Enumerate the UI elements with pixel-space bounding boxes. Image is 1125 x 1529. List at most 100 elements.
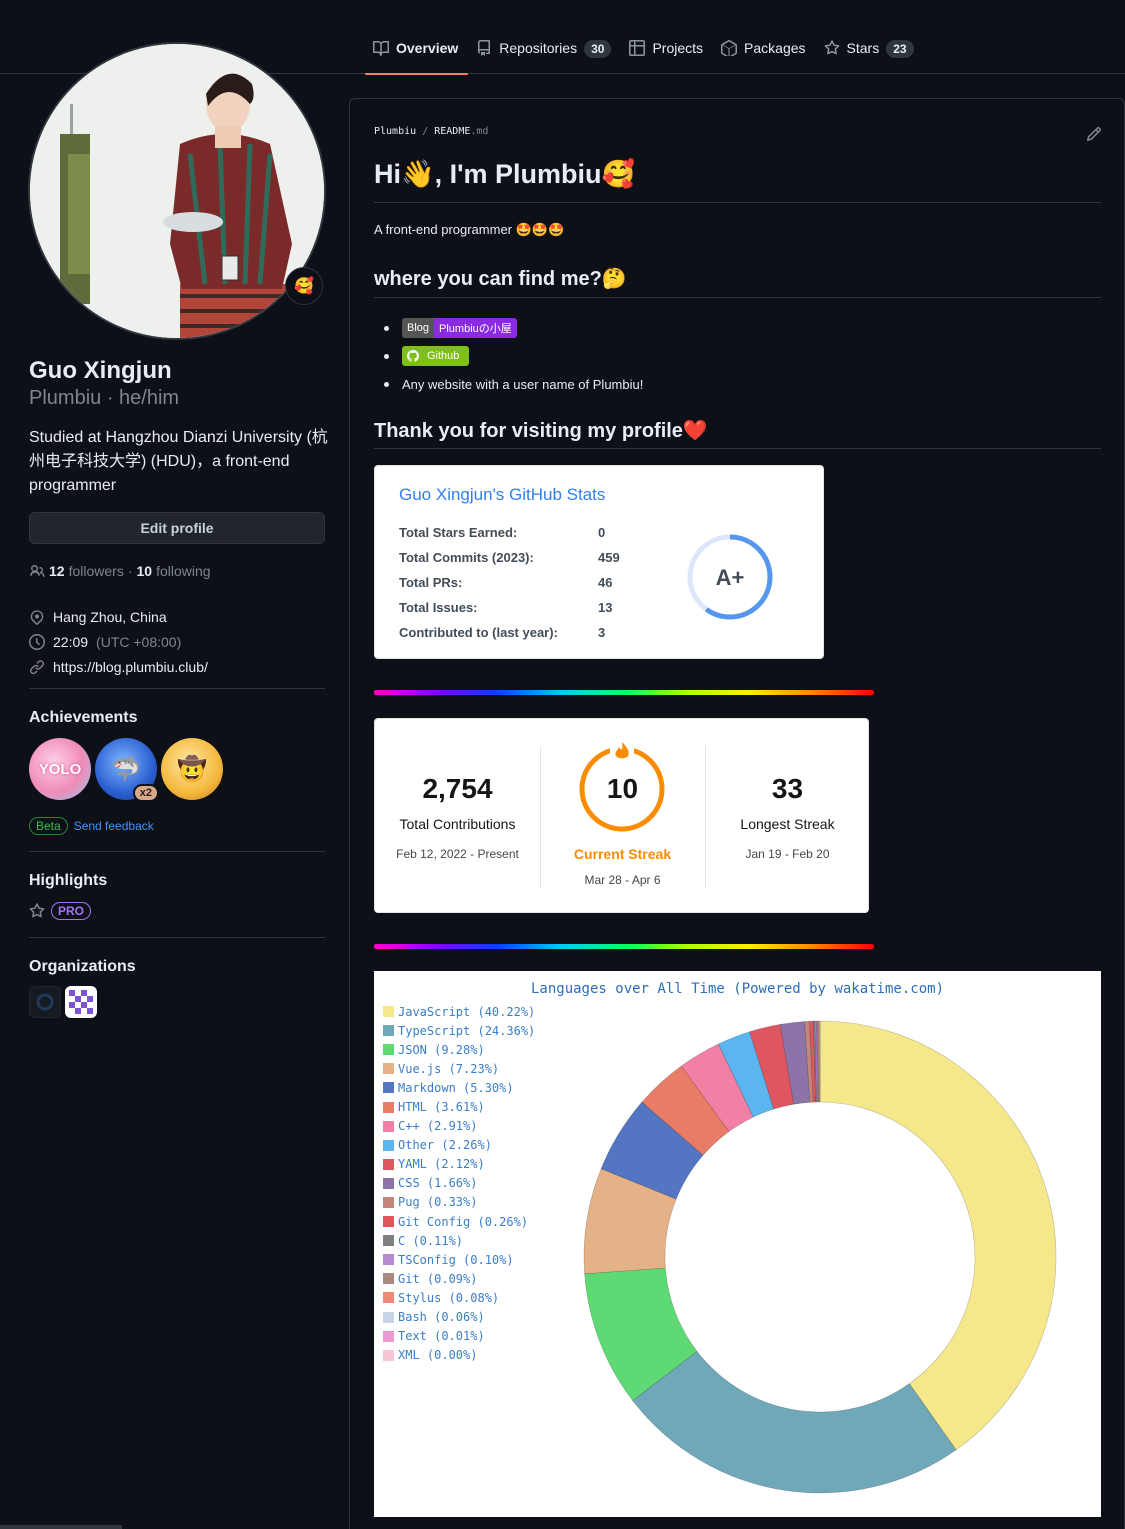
current-streak-column: 10 Current Streak Mar 28 - Apr 6 bbox=[540, 719, 705, 914]
github-icon bbox=[407, 350, 419, 362]
longest-streak-range: Jan 19 - Feb 20 bbox=[745, 847, 830, 861]
find-me-heading: where you can find me?🤔 bbox=[374, 268, 627, 290]
tab-stars[interactable]: Stars 23 bbox=[816, 28, 924, 74]
readme-file-link[interactable]: README bbox=[434, 126, 470, 137]
package-icon bbox=[721, 40, 738, 56]
heading-rule bbox=[374, 202, 1101, 203]
link-icon bbox=[30, 659, 45, 674]
send-feedback-link[interactable]: Send feedback bbox=[74, 819, 154, 833]
stats-label: Total Stars Earned: bbox=[399, 525, 518, 540]
edit-profile-button[interactable]: Edit profile bbox=[29, 512, 325, 544]
tab-projects-label: Projects bbox=[652, 40, 704, 56]
legend-label: Bash (0.06%) bbox=[398, 1310, 485, 1325]
sidebar-divider bbox=[29, 937, 325, 938]
legend-swatch bbox=[383, 1216, 394, 1228]
readme-intro: A front-end programmer 🤩🤩🤩 bbox=[374, 222, 565, 237]
avatar[interactable] bbox=[28, 42, 326, 340]
stats-row: Total Issues: 13 bbox=[399, 595, 620, 620]
sidebar-divider bbox=[29, 851, 325, 852]
following-link[interactable]: following bbox=[156, 563, 210, 579]
rainbow-divider bbox=[374, 944, 874, 949]
achievement-pull-shark[interactable]: 🦈 x2 bbox=[95, 738, 159, 802]
time-item: 22:09 (UTC +08:00) bbox=[29, 629, 208, 654]
github-shield[interactable]: Github bbox=[402, 346, 470, 366]
highlights-list: PRO bbox=[29, 902, 92, 920]
legend-label: TypeScript (24.36%) bbox=[398, 1023, 536, 1038]
achievement-badges: YOLO 🦈 x2 🤠 bbox=[29, 738, 223, 802]
horizontal-scrollbar[interactable] bbox=[0, 1525, 122, 1529]
star-icon bbox=[824, 40, 839, 55]
local-time: 22:09 bbox=[53, 633, 89, 650]
profile-bio: Studied at Hangzhou Dianzi University (杭… bbox=[29, 429, 328, 494]
legend-swatch bbox=[383, 1120, 394, 1132]
profile-name: Guo Xingjun bbox=[29, 357, 172, 384]
heading-rule bbox=[374, 448, 1101, 449]
languages-chart[interactable]: Languages over All Time (Powered by waka… bbox=[374, 971, 1101, 1517]
donut-chart bbox=[583, 1020, 1057, 1494]
streak-card[interactable]: 2,754 Total Contributions Feb 12, 2022 -… bbox=[374, 718, 869, 913]
legend-swatch bbox=[383, 1063, 394, 1075]
tab-projects[interactable]: Projects bbox=[621, 28, 713, 74]
org-avatar-2[interactable] bbox=[65, 986, 97, 1018]
stats-title: Guo Xingjun's GitHub Stats bbox=[399, 485, 606, 504]
book-icon bbox=[373, 40, 389, 56]
achievements-title: Achievements bbox=[29, 709, 138, 726]
legend-item: Bash (0.06%) bbox=[383, 1308, 535, 1327]
legend-label: Vue.js (7.23%) bbox=[398, 1061, 500, 1076]
stats-value: 0 bbox=[598, 525, 606, 540]
stats-value: 459 bbox=[598, 550, 620, 565]
legend-label: Text (0.01%) bbox=[398, 1329, 485, 1344]
location-text: Hang Zhou, China bbox=[53, 608, 167, 625]
legend-swatch bbox=[383, 1235, 394, 1247]
legend-item: Git (0.09%) bbox=[383, 1269, 535, 1288]
current-streak-value: 10 bbox=[606, 773, 639, 804]
pie-slice-javascript[interactable] bbox=[819, 1020, 1057, 1451]
readme-owner-link[interactable]: Plumbiu bbox=[374, 126, 416, 137]
achievement-quickdraw[interactable]: 🤠 bbox=[161, 738, 223, 800]
legend-label: Markdown (5.30%) bbox=[398, 1080, 514, 1095]
legend-item: Git Config (0.26%) bbox=[383, 1212, 535, 1231]
status-emoji[interactable]: 🥰 bbox=[285, 267, 323, 305]
legend-label: CSS (1.66%) bbox=[398, 1176, 478, 1191]
org-avatar-1[interactable] bbox=[29, 986, 61, 1018]
follow-stats: 12 followers · 10 following bbox=[29, 563, 211, 579]
pie-slice-typescript[interactable] bbox=[632, 1350, 957, 1494]
sidebar-divider bbox=[29, 688, 325, 689]
rainbow-divider bbox=[374, 690, 874, 695]
achievement-yolo[interactable]: YOLO bbox=[29, 738, 91, 800]
legend-swatch bbox=[383, 1101, 394, 1113]
tab-packages[interactable]: Packages bbox=[713, 28, 815, 74]
tab-repositories[interactable]: Repositories 30 bbox=[468, 28, 621, 74]
legend-label: JSON (9.28%) bbox=[398, 1042, 485, 1057]
legend-label: TSConfig (0.10%) bbox=[398, 1252, 514, 1267]
stats-rows: Total Stars Earned: 0 Total Commits (2023… bbox=[399, 520, 620, 645]
legend-label: Git Config (0.26%) bbox=[398, 1214, 529, 1229]
tab-overview[interactable]: Overview bbox=[365, 28, 469, 75]
blog-shield[interactable]: Blog Plumbiuの小屋 bbox=[402, 318, 517, 338]
followers-link[interactable]: followers bbox=[69, 563, 124, 579]
legend-swatch bbox=[383, 1044, 394, 1056]
edit-pencil-icon[interactable] bbox=[1086, 126, 1102, 142]
stats-label: Total Commits (2023): bbox=[399, 550, 534, 565]
tab-packages-label: Packages bbox=[744, 40, 806, 56]
rank-circle: A+ bbox=[687, 534, 773, 620]
legend-swatch bbox=[383, 1158, 394, 1170]
github-stats-card[interactable]: Guo Xingjun's GitHub Stats Total Stars E… bbox=[374, 465, 824, 659]
stats-row: Total Commits (2023): 459 bbox=[399, 545, 620, 570]
repositories-counter: 30 bbox=[584, 40, 612, 58]
tab-repositories-label: Repositories bbox=[499, 40, 578, 56]
website-link[interactable]: https://blog.plumbiu.club/ bbox=[53, 659, 208, 675]
followers-count[interactable]: 12 bbox=[49, 563, 65, 579]
legend-label: Other (2.26%) bbox=[398, 1138, 492, 1153]
legend-item: CSS (1.66%) bbox=[383, 1174, 535, 1193]
stats-label: Contributed to (last year): bbox=[399, 625, 558, 640]
cowboy-icon: 🤠 bbox=[177, 755, 207, 783]
legend-swatch bbox=[383, 1330, 394, 1342]
stats-row: Contributed to (last year): 3 bbox=[399, 620, 620, 645]
people-icon bbox=[30, 565, 45, 577]
legend-label: C++ (2.91%) bbox=[398, 1119, 478, 1134]
github-shield-content: Github bbox=[402, 346, 469, 366]
highlights-title: Highlights bbox=[29, 872, 108, 889]
following-count[interactable]: 10 bbox=[137, 563, 153, 579]
beta-label: Beta bbox=[29, 817, 68, 835]
